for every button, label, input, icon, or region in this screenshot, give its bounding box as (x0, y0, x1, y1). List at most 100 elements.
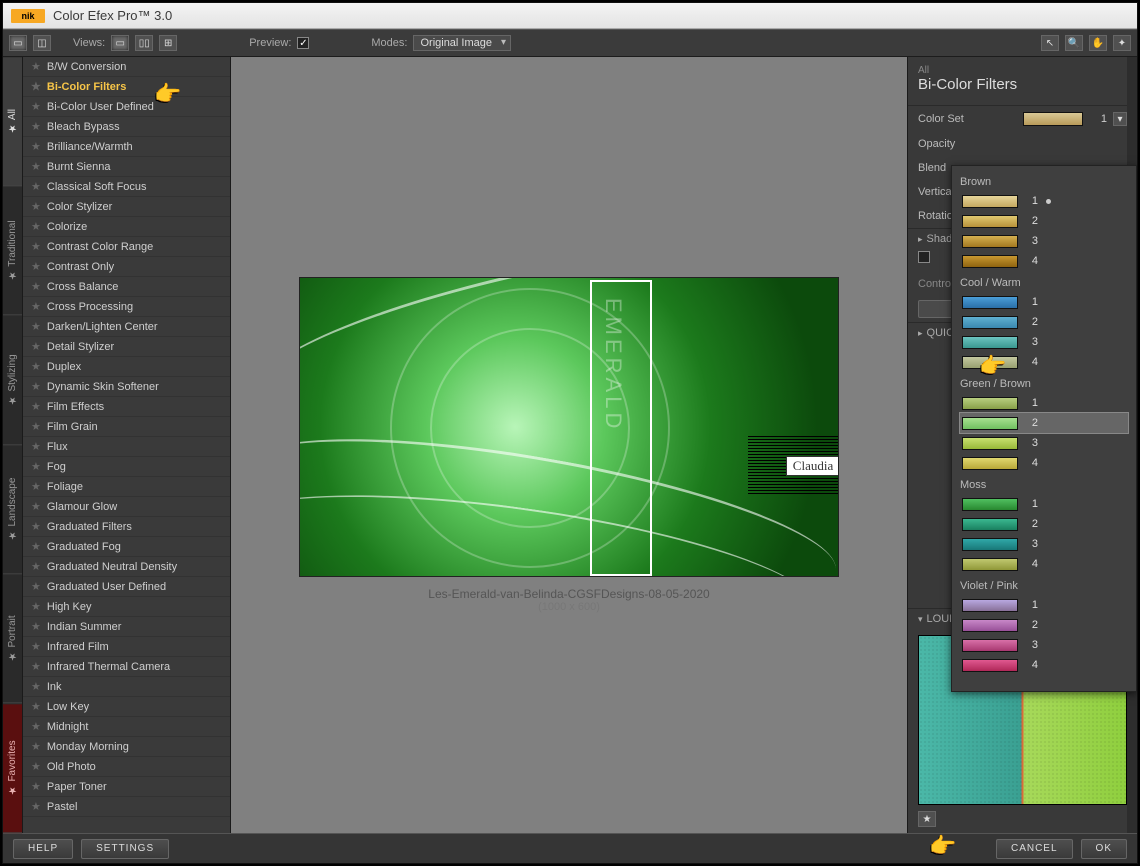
color-option[interactable]: 4 (960, 352, 1128, 372)
color-option[interactable]: 1 (960, 494, 1128, 514)
filter-item[interactable]: ★Film Effects (23, 397, 230, 417)
filter-item[interactable]: ★Graduated Fog (23, 537, 230, 557)
filter-item[interactable]: ★Film Grain (23, 417, 230, 437)
star-icon[interactable]: ★ (31, 140, 41, 153)
filter-item[interactable]: ★Cross Processing (23, 297, 230, 317)
filter-item[interactable]: ★Contrast Only (23, 257, 230, 277)
ok-button[interactable]: OK (1081, 839, 1127, 859)
color-option[interactable]: 3 (960, 534, 1128, 554)
filter-item[interactable]: ★Duplex (23, 357, 230, 377)
filter-item[interactable]: ★Midnight (23, 717, 230, 737)
star-icon[interactable]: ★ (31, 400, 41, 413)
color-set-dropdown-icon[interactable]: ▾ (1113, 112, 1127, 126)
filter-item[interactable]: ★Classical Soft Focus (23, 177, 230, 197)
star-icon[interactable]: ★ (31, 700, 41, 713)
filter-item[interactable]: ★Infrared Thermal Camera (23, 657, 230, 677)
filter-item[interactable]: ★Flux (23, 437, 230, 457)
modes-dropdown[interactable]: Original Image (413, 35, 511, 51)
filter-item[interactable]: ★Fog (23, 457, 230, 477)
star-icon[interactable]: ★ (31, 200, 41, 213)
hand-tool-icon[interactable]: ✋ (1089, 35, 1107, 51)
star-icon[interactable]: ★ (31, 340, 41, 353)
filter-item[interactable]: ★High Key (23, 597, 230, 617)
color-option[interactable]: 2 (960, 312, 1128, 332)
star-icon[interactable]: ★ (31, 600, 41, 613)
help-button[interactable]: HELP (13, 839, 73, 859)
star-icon[interactable]: ★ (31, 560, 41, 573)
color-option[interactable]: 2 (960, 413, 1128, 433)
filter-item[interactable]: ★Indian Summer (23, 617, 230, 637)
star-icon[interactable]: ★ (31, 500, 41, 513)
star-icon[interactable]: ★ (31, 520, 41, 533)
layout-3-icon[interactable]: ⊞ (159, 35, 177, 51)
color-option[interactable]: 1 (960, 595, 1128, 615)
view-single-icon[interactable]: ▭ (9, 35, 27, 51)
color-option[interactable]: 4 (960, 554, 1128, 574)
settings-button[interactable]: SETTINGS (81, 839, 169, 859)
category-tab-stylizing[interactable]: ★ Stylizing (3, 316, 22, 445)
light-tool-icon[interactable]: ✦ (1113, 35, 1131, 51)
view-split-icon[interactable]: ◫ (33, 35, 51, 51)
star-icon[interactable]: ★ (31, 380, 41, 393)
filter-item[interactable]: ★Pastel (23, 797, 230, 817)
star-icon[interactable]: ★ (31, 60, 41, 73)
preview-checkbox[interactable]: ✓ (297, 37, 309, 49)
filter-item[interactable]: ★Bleach Bypass (23, 117, 230, 137)
color-option[interactable]: 3 (960, 635, 1128, 655)
star-icon[interactable]: ★ (31, 240, 41, 253)
filter-item[interactable]: ★Dynamic Skin Softener (23, 377, 230, 397)
star-icon[interactable]: ★ (31, 740, 41, 753)
filter-item[interactable]: ★Colorize (23, 217, 230, 237)
filter-item[interactable]: ★Graduated Filters (23, 517, 230, 537)
star-icon[interactable]: ★ (31, 460, 41, 473)
cancel-button[interactable]: CANCEL (996, 839, 1073, 859)
filter-item[interactable]: ★Bi-Color User Defined (23, 97, 230, 117)
category-tab-portrait[interactable]: ★ Portrait (3, 574, 22, 703)
color-option[interactable]: 4 (960, 655, 1128, 675)
color-option[interactable]: 4 (960, 453, 1128, 473)
color-option[interactable]: 2 (960, 615, 1128, 635)
filter-item[interactable]: ★Brilliance/Warmth (23, 137, 230, 157)
filter-list[interactable]: ★B/W Conversion★Bi-Color Filters★Bi-Colo… (23, 57, 231, 833)
color-option[interactable]: 1 (960, 393, 1128, 413)
filter-item[interactable]: ★Paper Toner (23, 777, 230, 797)
filter-item[interactable]: ★Graduated User Defined (23, 577, 230, 597)
filter-item[interactable]: ★Burnt Sienna (23, 157, 230, 177)
color-option[interactable]: 3 (960, 231, 1128, 251)
star-icon[interactable]: ★ (31, 320, 41, 333)
filter-item[interactable]: ★Cross Balance (23, 277, 230, 297)
star-icon[interactable]: ★ (31, 660, 41, 673)
star-icon[interactable]: ★ (31, 180, 41, 193)
layout-1-icon[interactable]: ▭ (111, 35, 129, 51)
category-tab-favorites[interactable]: ★ Favorites (3, 704, 22, 833)
filter-item[interactable]: ★Graduated Neutral Density (23, 557, 230, 577)
star-icon[interactable]: ★ (31, 540, 41, 553)
star-icon[interactable]: ★ (31, 80, 41, 93)
star-icon[interactable]: ★ (31, 220, 41, 233)
star-icon[interactable]: ★ (31, 640, 41, 653)
zoom-tool-icon[interactable]: 🔍 (1065, 35, 1083, 51)
filter-item[interactable]: ★Bi-Color Filters (23, 77, 230, 97)
star-icon[interactable]: ★ (31, 480, 41, 493)
star-icon[interactable]: ★ (31, 680, 41, 693)
filter-item[interactable]: ★Color Stylizer (23, 197, 230, 217)
filter-item[interactable]: ★Monday Morning (23, 737, 230, 757)
star-icon[interactable]: ★ (31, 720, 41, 733)
star-icon[interactable]: ★ (31, 300, 41, 313)
star-icon[interactable]: ★ (31, 780, 41, 793)
color-option[interactable]: 2 (960, 211, 1128, 231)
color-option[interactable]: 4 (960, 251, 1128, 271)
star-icon[interactable]: ★ (31, 120, 41, 133)
color-option[interactable]: 3 (960, 332, 1128, 352)
filter-item[interactable]: ★Contrast Color Range (23, 237, 230, 257)
color-set-swatch[interactable] (1023, 112, 1083, 126)
arrow-tool-icon[interactable]: ↖ (1041, 35, 1059, 51)
star-icon[interactable]: ★ (31, 260, 41, 273)
category-tab-all[interactable]: ★ All (3, 57, 22, 186)
filter-item[interactable]: ★Glamour Glow (23, 497, 230, 517)
filter-item[interactable]: ★B/W Conversion (23, 57, 230, 77)
favorite-star-icon[interactable]: ★ (918, 811, 936, 827)
layout-2-icon[interactable]: ▯▯ (135, 35, 153, 51)
color-option[interactable]: 3 (960, 433, 1128, 453)
star-icon[interactable]: ★ (31, 420, 41, 433)
